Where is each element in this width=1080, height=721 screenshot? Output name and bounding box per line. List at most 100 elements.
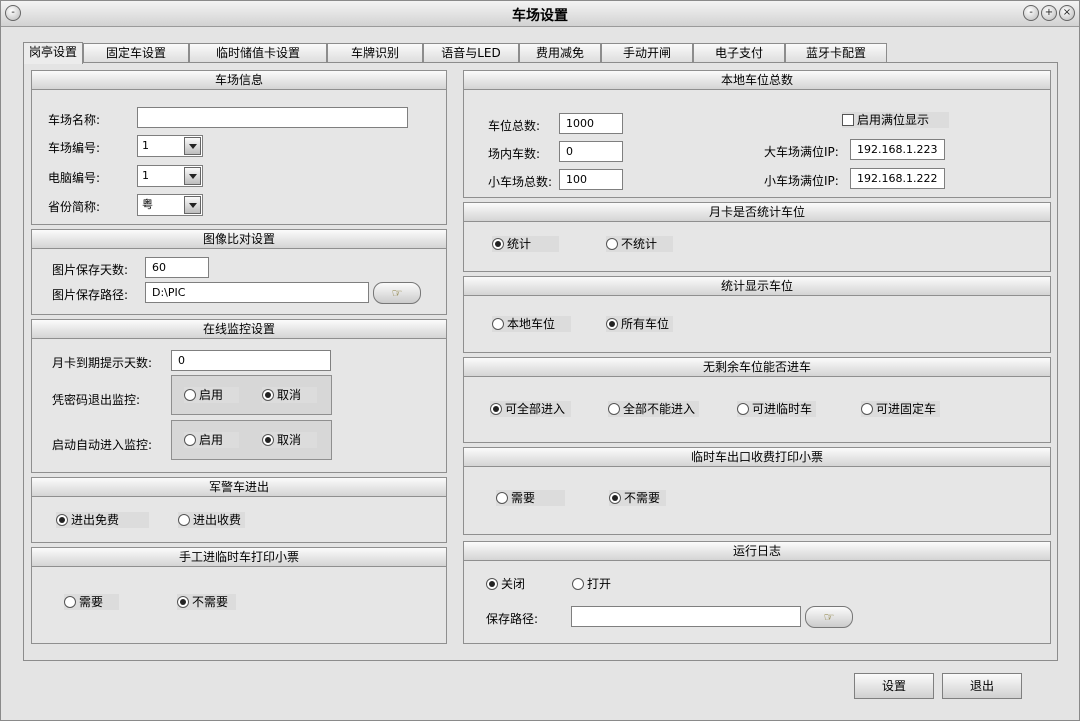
radio-checked-icon: [56, 514, 68, 526]
province-value: 粤: [142, 198, 153, 211]
pwd-exit-enable-radio[interactable]: 启用: [184, 387, 240, 403]
manual-ticket-need-radio[interactable]: 需要: [64, 594, 120, 610]
tab-bluetooth-card[interactable]: 蓝牙卡配置: [785, 43, 887, 63]
group-header: 运行日志: [464, 542, 1050, 561]
radio-label: 取消: [277, 433, 302, 447]
big-lot-ip-input[interactable]: 192.168.1.223: [850, 139, 945, 160]
image-days-input[interactable]: 60: [145, 257, 209, 278]
auto-enter-options: 启用 取消: [171, 420, 332, 460]
radio-icon: [608, 403, 620, 415]
chevron-down-icon[interactable]: [184, 196, 201, 214]
checkbox-label: 启用满位显示: [857, 113, 930, 127]
radio-icon: [492, 318, 504, 330]
group-header: 无剩余车位能否进车: [464, 358, 1050, 377]
small-lot-ip-input[interactable]: 192.168.1.222: [850, 168, 945, 189]
group-header: 本地车位总数: [464, 71, 1050, 90]
province-label: 省份简称:: [48, 200, 101, 214]
stats-local-radio[interactable]: 本地车位: [492, 316, 572, 332]
lot-name-input[interactable]: [137, 107, 408, 128]
image-days-label: 图片保存天数:: [52, 263, 129, 277]
radio-label: 不需要: [192, 595, 229, 609]
police-charge-radio[interactable]: 进出收费: [178, 512, 246, 528]
no-space-group: 无剩余车位能否进车 可全部进入 全部不能进入 可进临时车 可进固定车: [463, 357, 1051, 443]
expire-days-label: 月卡到期提示天数:: [52, 356, 153, 370]
title-bar: - 车场设置 - + ×: [1, 1, 1079, 27]
exit-button[interactable]: 退出: [942, 673, 1022, 699]
tab-booth-settings[interactable]: 岗亭设置: [23, 42, 83, 64]
tab-panel: 车场信息 车场名称: 车场编号: 1 电脑编号: 1 省份简称: 粤 图像比对设…: [23, 62, 1058, 661]
group-header: 车场信息: [32, 71, 446, 90]
maximize-icon[interactable]: +: [1041, 5, 1057, 21]
monthly-count-radio[interactable]: 统计: [492, 236, 560, 252]
big-lot-ip-label: 大车场满位IP:: [764, 145, 839, 159]
radio-icon: [496, 492, 508, 504]
tab-plate-recognition[interactable]: 车牌识别: [327, 43, 423, 63]
auto-enter-enable-radio[interactable]: 启用: [184, 432, 240, 448]
radio-label: 启用: [199, 433, 224, 447]
no-space-temp-in-radio[interactable]: 可进临时车: [737, 401, 817, 417]
pwd-exit-cancel-radio[interactable]: 取消: [262, 387, 318, 403]
radio-checked-icon: [609, 492, 621, 504]
stats-all-radio[interactable]: 所有车位: [606, 316, 674, 332]
pc-number-label: 电脑编号:: [48, 171, 101, 185]
tab-temp-stored-card[interactable]: 临时储值卡设置: [189, 43, 327, 63]
monthly-no-count-radio[interactable]: 不统计: [606, 236, 674, 252]
chevron-down-icon[interactable]: [184, 167, 201, 185]
image-path-input[interactable]: D:\PIC: [145, 282, 369, 303]
inside-cars-input[interactable]: 0: [559, 141, 623, 162]
temp-ticket-no-need-radio[interactable]: 不需要: [609, 490, 667, 506]
radio-label: 进出收费: [193, 513, 242, 527]
minimize-icon[interactable]: -: [1023, 5, 1039, 21]
no-space-fixed-in-radio[interactable]: 可进固定车: [861, 401, 941, 417]
expire-days-input[interactable]: 0: [171, 350, 331, 371]
tab-fixed-car[interactable]: 固定车设置: [83, 43, 189, 63]
small-lot-total-input[interactable]: 100: [559, 169, 623, 190]
manual-ticket-no-need-radio[interactable]: 不需要: [177, 594, 237, 610]
tab-manual-gate[interactable]: 手动开闸: [601, 43, 693, 63]
tab-voice-led[interactable]: 语音与LED: [423, 43, 519, 63]
pc-number-value: 1: [142, 169, 149, 182]
radio-icon: [861, 403, 873, 415]
set-button[interactable]: 设置: [854, 673, 934, 699]
pc-number-select[interactable]: 1: [137, 165, 203, 187]
group-header: 临时车出口收费打印小票: [464, 448, 1050, 467]
image-compare-group: 图像比对设置 图片保存天数: 60 图片保存路径: D:\PIC ☞: [31, 229, 447, 315]
tab-e-payment[interactable]: 电子支付: [693, 43, 785, 63]
radio-icon: [572, 578, 584, 590]
browse-log-folder-button[interactable]: ☞: [805, 606, 853, 628]
log-path-input[interactable]: [571, 606, 801, 627]
log-on-radio[interactable]: 打开: [572, 576, 627, 592]
radio-label: 需要: [511, 491, 536, 505]
radio-label: 统计: [507, 237, 532, 251]
lot-info-group: 车场信息 车场名称: 车场编号: 1 电脑编号: 1 省份简称: 粤: [31, 70, 447, 225]
radio-icon: [184, 434, 196, 446]
auto-enter-cancel-radio[interactable]: 取消: [262, 432, 318, 448]
radio-label: 关闭: [501, 577, 526, 591]
radio-checked-icon: [486, 578, 498, 590]
temp-ticket-need-radio[interactable]: 需要: [496, 490, 566, 506]
close-icon[interactable]: ×: [1059, 5, 1075, 21]
pointing-hand-icon: ☞: [823, 610, 835, 624]
pwd-exit-options: 启用 取消: [171, 375, 332, 415]
lot-name-label: 车场名称:: [48, 113, 101, 127]
radio-checked-icon: [262, 434, 274, 446]
no-space-all-in-radio[interactable]: 可全部进入: [490, 401, 572, 417]
settings-window: - 车场设置 - + × 岗亭设置 固定车设置 临时储值卡设置 车牌识别 语音与…: [0, 0, 1080, 721]
group-header: 军警车进出: [32, 478, 446, 497]
radio-icon: [178, 514, 190, 526]
province-select[interactable]: 粤: [137, 194, 203, 216]
log-off-radio[interactable]: 关闭: [486, 576, 541, 592]
browse-folder-button[interactable]: ☞: [373, 282, 421, 304]
chevron-down-icon[interactable]: [184, 137, 201, 155]
police-vehicle-group: 军警车进出 进出免费 进出收费: [31, 477, 447, 543]
radio-checked-icon: [262, 389, 274, 401]
total-spaces-input[interactable]: 1000: [559, 113, 623, 134]
lot-number-select[interactable]: 1: [137, 135, 203, 157]
tab-fee-reduction[interactable]: 费用减免: [519, 43, 601, 63]
radio-label: 启用: [199, 388, 224, 402]
radio-label: 取消: [277, 388, 302, 402]
lot-number-label: 车场编号:: [48, 141, 101, 155]
full-display-checkbox[interactable]: 启用满位显示: [842, 112, 950, 128]
police-free-radio[interactable]: 进出免费: [56, 512, 150, 528]
no-space-none-in-radio[interactable]: 全部不能进入: [608, 401, 700, 417]
